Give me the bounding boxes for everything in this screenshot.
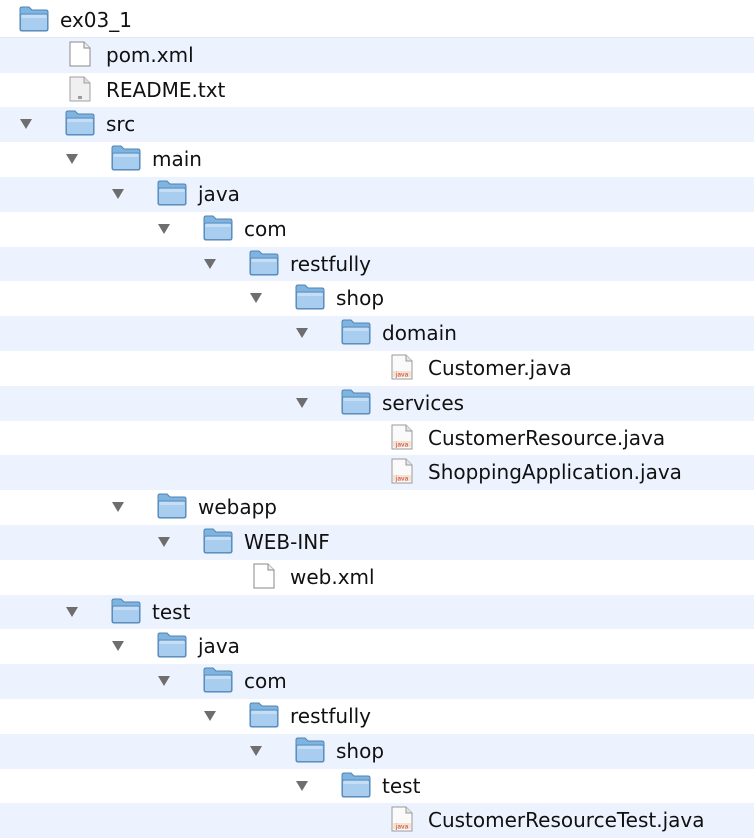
tree-row-file[interactable]: java CustomerResourceTest.java [0,803,754,838]
tree-item-label: pom.xml [106,42,194,67]
tree-item-label: shop [336,738,385,763]
svg-text:java: java [395,372,409,379]
folder-icon [341,772,371,798]
folder-icon [157,180,187,206]
tree-row-file[interactable]: java ShoppingApplication.java [0,455,754,491]
folder-icon [249,702,279,728]
java-file-icon: java [387,354,417,380]
tree-row-folder[interactable]: com [0,664,754,699]
folder-icon [65,110,95,136]
tree-row-folder[interactable]: domain [0,316,754,351]
disclosure-triangle-icon[interactable] [204,258,216,269]
disclosure-triangle-icon[interactable] [250,745,262,756]
folder-icon [295,284,325,310]
folder-icon [295,737,325,763]
document-icon [65,41,95,67]
folder-icon [157,632,187,658]
disclosure-triangle-icon[interactable] [112,502,124,513]
java-file-icon: java [387,424,417,450]
tree-row-folder[interactable]: WEB-INF [0,525,754,560]
disclosure-triangle-icon[interactable] [158,537,170,547]
folder-icon [157,493,187,519]
java-file-icon: java [387,458,417,484]
tree-item-label: restfully [290,251,372,276]
tree-item-label: webapp [198,495,278,520]
disclosure-triangle-icon[interactable] [66,154,78,165]
java-file-icon: java [387,806,417,832]
disclosure-triangle-icon[interactable] [20,119,32,130]
folder-icon [203,667,233,693]
tree-item-label: README.txt [106,77,226,102]
tree-item-label: ShoppingApplication.java [428,460,682,485]
tree-row-folder[interactable]: java [0,177,754,212]
tree-item-label: restfully [290,704,372,728]
tree-item-label: ex03_1 [60,8,132,32]
tree-row-folder[interactable]: restfully [0,699,754,734]
tree-item-label: WEB-INF [244,530,330,554]
disclosure-triangle-icon[interactable] [296,780,308,791]
tree-item-label: com [244,669,287,694]
tree-item-label: Customer.java [428,356,572,380]
disclosure-triangle-icon[interactable] [112,189,124,199]
tree-row-folder[interactable]: java [0,629,754,664]
tree-item-label: java [198,634,240,659]
tree-item-label: CustomerResourceTest.java [428,808,705,833]
folder-icon [111,598,141,624]
tree-row-folder[interactable]: main [0,142,754,177]
folder-icon [203,215,233,241]
tree-row-file[interactable]: java CustomerResource.java [0,421,754,456]
tree-row-folder[interactable]: webapp [0,490,754,525]
file-tree: ex03_1 pom.xml README.txt src main java com res… [0,0,754,838]
tree-row-folder[interactable]: services [0,385,754,421]
tree-item-label: web.xml [290,564,375,589]
folder-icon [341,389,371,415]
document-icon [249,563,279,589]
tree-item-label: shop [336,286,385,311]
disclosure-triangle-icon[interactable] [158,223,170,234]
disclosure-triangle-icon[interactable] [250,293,262,304]
tree-item-label: main [152,147,202,172]
tree-item-label: services [382,390,465,415]
tree-item-label: domain [382,321,457,346]
disclosure-triangle-icon[interactable] [296,397,308,408]
tree-row-file[interactable]: pom.xml [0,37,754,73]
text-file-icon [65,76,95,102]
tree-row-folder[interactable]: test [0,769,754,804]
tree-item-label: com [244,216,287,241]
tree-row-folder[interactable]: shop [0,281,754,316]
tree-item-label: CustomerResource.java [428,425,666,450]
tree-row-folder[interactable]: shop [0,733,754,769]
disclosure-triangle-icon[interactable] [296,328,308,339]
svg-text:java: java [395,441,409,448]
tree-row-file[interactable]: README.txt [0,73,754,108]
tree-item-label: src [106,112,136,137]
folder-icon [19,6,49,32]
tree-row-file[interactable]: java Customer.java [0,351,754,386]
disclosure-triangle-icon[interactable] [112,641,124,652]
svg-text:java: java [395,476,409,483]
folder-icon [111,145,141,171]
tree-row-folder[interactable]: restfully [0,246,754,282]
tree-item-label: test [152,599,191,624]
folder-icon [203,528,233,554]
tree-row-folder[interactable]: src [0,107,754,143]
tree-item-label: test [382,773,421,798]
folder-icon [341,319,371,345]
tree-row-folder[interactable]: ex03_1 [0,3,754,38]
tree-row-folder[interactable]: test [0,594,754,630]
tree-row-file[interactable]: web.xml [0,560,754,595]
folder-icon [249,250,279,276]
tree-row-folder[interactable]: com [0,212,754,247]
disclosure-triangle-icon[interactable] [158,676,170,687]
tree-item-label: java [198,182,240,206]
svg-text:java: java [395,824,409,831]
disclosure-triangle-icon[interactable] [66,606,78,617]
disclosure-triangle-icon[interactable] [204,711,216,721]
